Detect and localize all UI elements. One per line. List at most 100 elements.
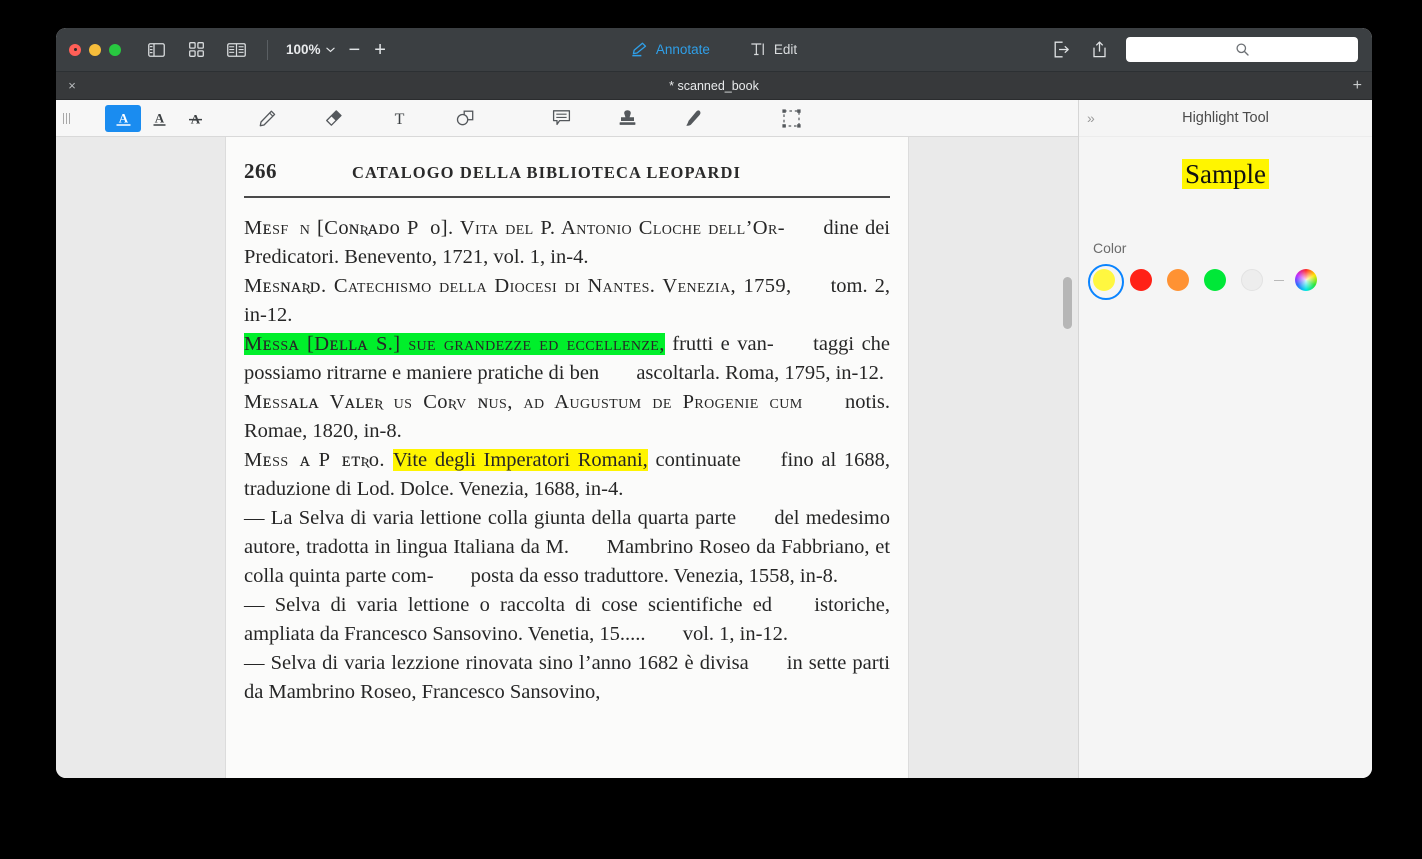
catalog-entry[interactable]: Mᴇsfɪn [Cᴏɴʀᴀᴅᴏ Pɪᴏ]. Vita del P. Antoni… bbox=[244, 214, 890, 272]
header-rule bbox=[244, 196, 890, 198]
share-icon[interactable] bbox=[1088, 41, 1110, 59]
catalog-entry[interactable]: — La Selva di varia lettione colla giunt… bbox=[244, 504, 890, 591]
search-input[interactable] bbox=[1126, 37, 1358, 62]
titlebar-right-actions bbox=[1050, 37, 1358, 62]
signature-tool-button[interactable] bbox=[675, 105, 711, 132]
catalog-entry[interactable]: Mᴇssᴀʟᴀ Vᴀʟᴇʀɪus Cᴏʀvɪɴus, ad Augustum d… bbox=[244, 388, 890, 446]
pdf-editor-window: 100% − + Annotate Edit bbox=[56, 28, 1372, 778]
document-canvas[interactable]: 266 CATALOGO DELLA BIBLIOTECA LEOPARDI M… bbox=[56, 137, 1078, 778]
sidebar-icon[interactable] bbox=[145, 41, 167, 59]
window-body: A A A bbox=[56, 100, 1372, 778]
underline-text-icon: A bbox=[150, 110, 169, 127]
entry-line: continuate bbox=[648, 449, 741, 471]
svg-text:T: T bbox=[394, 111, 404, 127]
annotation-tool-buttons: A A A bbox=[105, 105, 809, 132]
document-column: A A A bbox=[56, 100, 1078, 778]
color-swatch-yellow[interactable] bbox=[1093, 269, 1115, 291]
maximize-window-button[interactable] bbox=[109, 44, 121, 56]
color-swatch-red[interactable] bbox=[1130, 269, 1152, 291]
entry-line: Mᴇsɴᴀʀᴅ. Catechismo della Diocesi di Nan… bbox=[244, 275, 792, 297]
sample-preview-text: Sample bbox=[1182, 159, 1269, 189]
sticky-note-icon bbox=[552, 109, 571, 127]
strikethrough-text-tool-button[interactable]: A bbox=[177, 105, 213, 132]
toolbar-drag-handle[interactable] bbox=[63, 113, 70, 124]
mode-switcher: Annotate Edit bbox=[631, 42, 797, 57]
yellow-highlight-annotation[interactable]: Vite degli Imperatori Romani, bbox=[393, 449, 648, 471]
catalog-entry[interactable]: — Selva di varia lezzione rinovata sino … bbox=[244, 649, 890, 707]
text-tool-button[interactable]: T bbox=[381, 105, 417, 132]
marquee-select-icon bbox=[782, 109, 801, 128]
zoom-in-button[interactable]: + bbox=[374, 40, 386, 60]
highlighter-pen-icon bbox=[631, 42, 648, 57]
color-wheel-picker-icon[interactable] bbox=[1295, 269, 1317, 291]
shapes-icon bbox=[455, 109, 475, 127]
document-tab-bar: × * scanned_book + bbox=[56, 72, 1372, 100]
chevron-down-icon bbox=[326, 47, 335, 53]
catalog-entry-highlighted-yellow[interactable]: Mᴇssɪᴀ Pɪᴇᴛʀᴏ. Vite degli Imperatori Rom… bbox=[244, 446, 890, 504]
catalog-entry[interactable]: — Selva di varia lettione o raccolta di … bbox=[244, 591, 890, 649]
toolbar-divider bbox=[267, 40, 268, 60]
marquee-select-tool-button[interactable] bbox=[773, 105, 809, 132]
zoom-level-dropdown[interactable]: 100% bbox=[286, 42, 335, 57]
tab-edit[interactable]: Edit bbox=[750, 42, 797, 57]
note-tool-button[interactable] bbox=[543, 105, 579, 132]
chevron-double-right-icon[interactable]: » bbox=[1087, 110, 1095, 126]
shapes-tool-button[interactable] bbox=[447, 105, 483, 132]
highlight-preview: Sample bbox=[1079, 159, 1372, 190]
catalog-entry[interactable]: Mᴇsɴᴀʀᴅ. Catechismo della Diocesi di Nan… bbox=[244, 272, 890, 330]
svg-text:A: A bbox=[118, 110, 128, 125]
window-controls bbox=[69, 44, 121, 56]
strikethrough-text-icon: A bbox=[186, 110, 205, 127]
close-tab-button[interactable]: × bbox=[64, 78, 80, 93]
document-scrollbar[interactable] bbox=[1063, 137, 1072, 778]
search-field[interactable] bbox=[1126, 37, 1358, 62]
underline-text-tool-button[interactable]: A bbox=[141, 105, 177, 132]
signature-pen-icon bbox=[684, 109, 703, 128]
color-section-label: Color bbox=[1093, 240, 1372, 256]
running-head: CATALOGO DELLA BIBLIOTECA LEOPARDI bbox=[352, 163, 741, 183]
pencil-tool-button[interactable] bbox=[249, 105, 285, 132]
two-page-view-icon[interactable] bbox=[225, 41, 247, 59]
entry-line: ascoltarla. Roma, 1795, in-12. bbox=[636, 362, 884, 384]
entry-line: Mᴇsfɪn [Cᴏɴʀᴀᴅᴏ Pɪᴏ]. Vita del P. Antoni… bbox=[244, 217, 785, 239]
zoom-out-button[interactable]: − bbox=[349, 40, 361, 60]
green-highlight-annotation[interactable]: Mᴇssᴀ [Dᴇʟʟᴀ S.] sue grandezze ed eccell… bbox=[244, 333, 665, 355]
tool-options-panel: » Highlight Tool Sample Color bbox=[1078, 100, 1372, 778]
new-tab-button[interactable]: + bbox=[1353, 77, 1362, 95]
stamp-tool-button[interactable] bbox=[609, 105, 645, 132]
highlight-text-tool-button[interactable]: A bbox=[105, 105, 141, 132]
swatch-separator bbox=[1274, 280, 1284, 281]
catalog-entry-highlighted-green[interactable]: Mᴇssᴀ [Dᴇʟʟᴀ S.] sue grandezze ed eccell… bbox=[244, 330, 890, 388]
thumbnails-grid-icon[interactable] bbox=[185, 41, 207, 59]
entry-line: — Selva di varia lezzione rinovata sino … bbox=[244, 652, 749, 674]
color-swatch-white[interactable] bbox=[1241, 269, 1263, 291]
text-cursor-icon bbox=[750, 42, 766, 57]
view-mode-buttons bbox=[145, 41, 247, 59]
minimize-window-button[interactable] bbox=[89, 44, 101, 56]
color-swatch-row bbox=[1093, 269, 1372, 291]
highlight-text-icon: A bbox=[114, 110, 133, 127]
annotation-toolbar: A A A bbox=[56, 100, 1078, 137]
eraser-tool-button[interactable] bbox=[315, 105, 351, 132]
color-swatch-orange[interactable] bbox=[1167, 269, 1189, 291]
window-titlebar: 100% − + Annotate Edit bbox=[56, 28, 1372, 72]
entry-author: Mᴇssɪᴀ Pɪᴇᴛʀᴏ. bbox=[244, 449, 393, 471]
tab-annotate-label: Annotate bbox=[656, 42, 710, 57]
entry-line: frutti e van- bbox=[665, 333, 774, 355]
entry-line: posta da esso traduttore. Venezia, 1558,… bbox=[471, 565, 838, 587]
eraser-icon bbox=[324, 109, 343, 128]
panel-title: Highlight Tool bbox=[1182, 110, 1269, 126]
page-header: 266 CATALOGO DELLA BIBLIOTECA LEOPARDI bbox=[244, 159, 890, 184]
svg-text:A: A bbox=[154, 110, 164, 125]
stamp-icon bbox=[618, 109, 637, 127]
pencil-icon bbox=[258, 109, 277, 128]
entry-line: vol. 1, in-12. bbox=[683, 623, 788, 645]
tab-edit-label: Edit bbox=[774, 42, 797, 57]
pdf-page: 266 CATALOGO DELLA BIBLIOTECA LEOPARDI M… bbox=[226, 137, 908, 778]
close-window-button[interactable] bbox=[69, 44, 81, 56]
color-swatch-green[interactable] bbox=[1204, 269, 1226, 291]
tab-annotate[interactable]: Annotate bbox=[631, 42, 710, 57]
export-icon[interactable] bbox=[1050, 41, 1072, 59]
scrollbar-thumb[interactable] bbox=[1063, 277, 1072, 329]
active-tab-title[interactable]: * scanned_book bbox=[669, 79, 759, 93]
